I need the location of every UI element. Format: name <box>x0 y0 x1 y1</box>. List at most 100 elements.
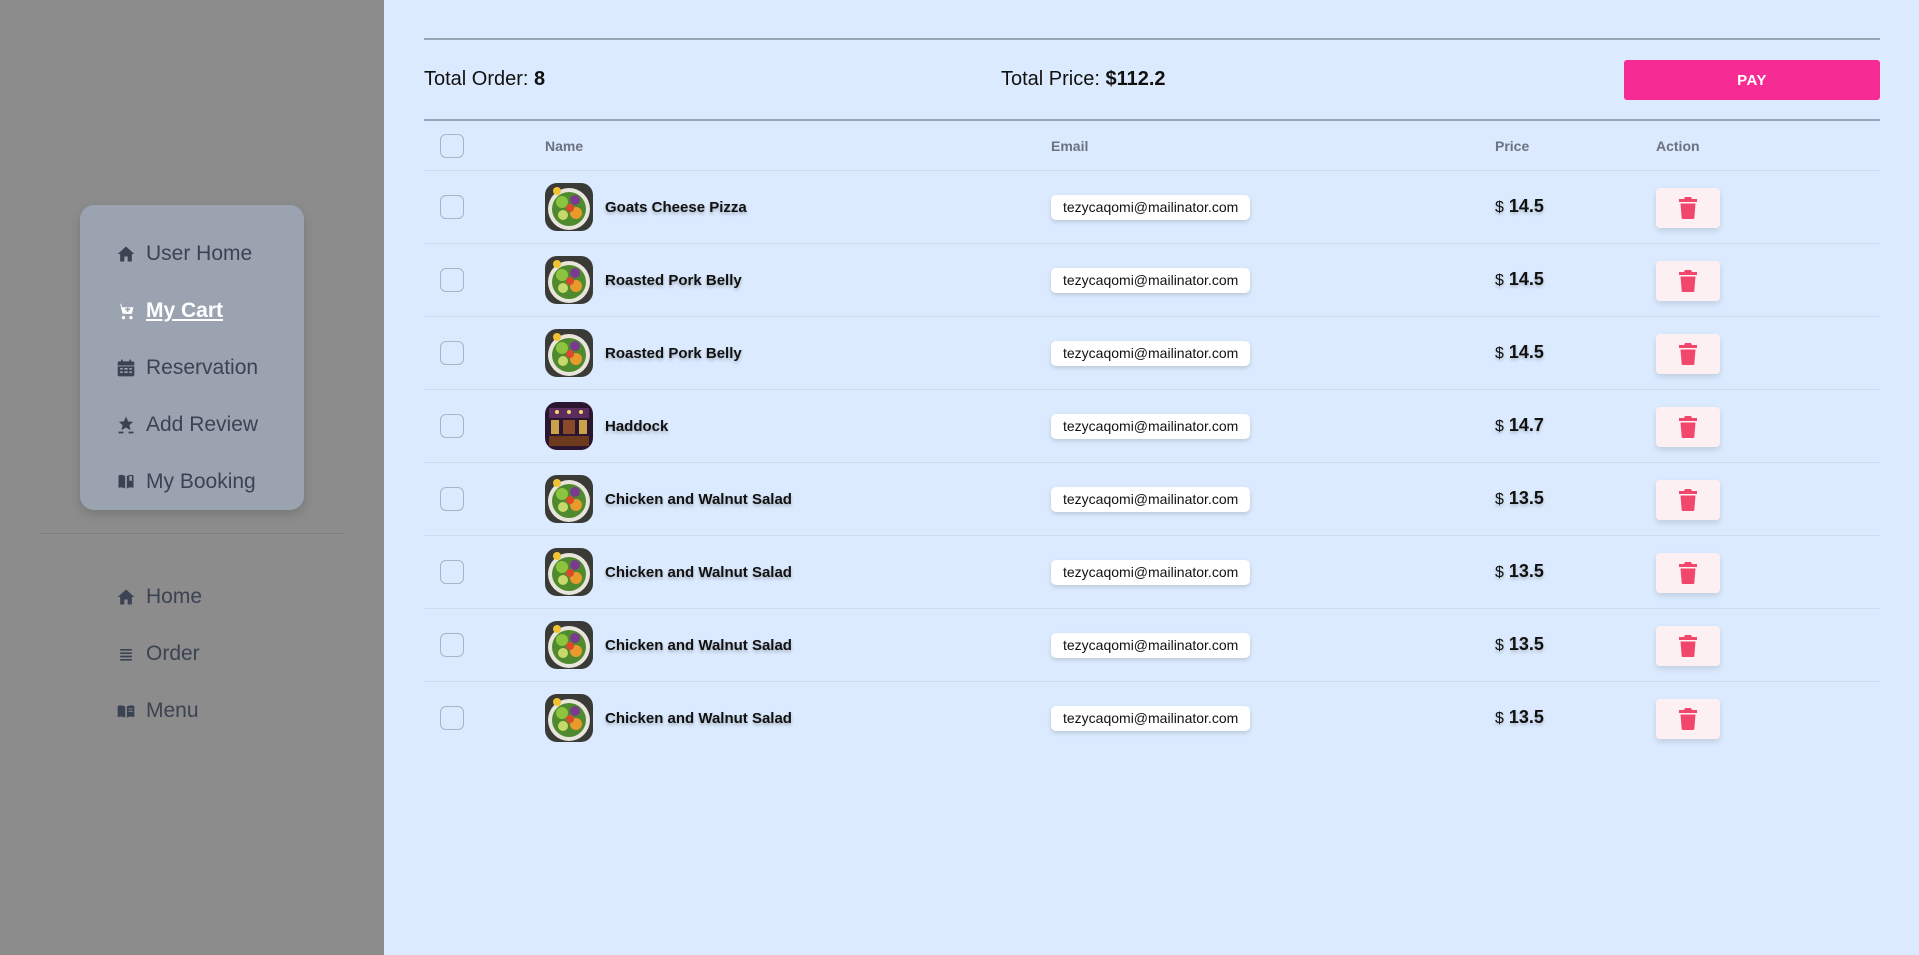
item-name: Chicken and Walnut Salad <box>605 637 792 654</box>
sidebar-item-home[interactable]: Home <box>80 568 304 625</box>
table-row: Roasted Pork Belly tezycaqomi@mailinator.… <box>424 317 1880 390</box>
total-price-label: Total Price: <box>1001 68 1106 90</box>
row-checkbox[interactable] <box>440 195 464 219</box>
row-checkbox[interactable] <box>440 633 464 657</box>
price-amount: 13.5 <box>1508 561 1544 581</box>
item-name: Haddock <box>605 418 669 435</box>
sidebar-item-menu[interactable]: Menu <box>80 682 304 739</box>
site-menu: Home Order Menu <box>80 568 304 739</box>
home-icon <box>116 587 136 607</box>
price-amount: 13.5 <box>1508 707 1544 727</box>
item-email: tezycaqomi@mailinator.com <box>1051 414 1251 439</box>
item-price: $14.5 <box>1495 342 1544 363</box>
row-checkbox[interactable] <box>440 268 464 292</box>
currency-symbol: $ <box>1495 564 1504 581</box>
delete-button[interactable] <box>1656 553 1720 593</box>
sidebar-item-my-booking[interactable]: My Booking <box>80 453 304 510</box>
delete-button[interactable] <box>1656 334 1720 374</box>
price-amount: 13.5 <box>1508 634 1544 654</box>
item-email: tezycaqomi@mailinator.com <box>1051 341 1251 366</box>
delete-button[interactable] <box>1656 699 1720 739</box>
currency-symbol: $ <box>1495 345 1504 362</box>
pay-button[interactable]: PAY <box>1624 60 1880 100</box>
total-order-label: Total Order: <box>424 68 535 90</box>
table-body: Goats Cheese Pizza tezycaqomi@mailinator.… <box>424 171 1880 755</box>
row-checkbox[interactable] <box>440 341 464 365</box>
price-amount: 14.7 <box>1508 415 1544 435</box>
total-price-value: $112.2 <box>1105 68 1166 90</box>
row-checkbox[interactable] <box>440 414 464 438</box>
item-email: tezycaqomi@mailinator.com <box>1051 560 1251 585</box>
table-row: Chicken and Walnut Salad tezycaqomi@maili… <box>424 609 1880 682</box>
delete-button[interactable] <box>1656 480 1720 520</box>
select-all-checkbox[interactable] <box>440 134 464 158</box>
table-row: Chicken and Walnut Salad tezycaqomi@maili… <box>424 536 1880 609</box>
sidebar-divider <box>40 533 344 534</box>
currency-symbol: $ <box>1495 199 1504 216</box>
action-column-header: Action <box>1656 138 1700 154</box>
cart-summary: Total Order: 8 Total Price: $112.2 PAY <box>424 60 1880 100</box>
delete-button[interactable] <box>1656 407 1720 447</box>
total-order: Total Order: 8 <box>424 68 545 91</box>
sidebar-item-label: Order <box>146 641 200 665</box>
cart-icon <box>116 301 136 321</box>
item-email: tezycaqomi@mailinator.com <box>1051 487 1251 512</box>
calendar-icon <box>116 358 136 378</box>
trash-icon <box>1679 270 1697 292</box>
sidebar-item-my-cart[interactable]: My Cart <box>80 282 304 339</box>
sidebar-item-order[interactable]: Order <box>80 625 304 682</box>
table-header: Name Email Price Action <box>424 121 1880 171</box>
cart-main: Total Order: 8 Total Price: $112.2 PAY N… <box>384 0 1919 955</box>
table-row: Chicken and Walnut Salad tezycaqomi@maili… <box>424 682 1880 755</box>
delete-button[interactable] <box>1656 188 1720 228</box>
trash-icon <box>1679 635 1697 657</box>
row-checkbox[interactable] <box>440 487 464 511</box>
trash-icon <box>1679 708 1697 730</box>
cart-table: Name Email Price Action Goats Cheese Piz… <box>424 121 1880 755</box>
delete-button[interactable] <box>1656 626 1720 666</box>
item-price: $13.5 <box>1495 634 1544 655</box>
email-column-header: Email <box>1051 138 1089 154</box>
item-price: $13.5 <box>1495 561 1544 582</box>
trash-icon <box>1679 489 1697 511</box>
item-name: Chicken and Walnut Salad <box>605 491 792 508</box>
list-icon <box>116 644 136 664</box>
total-price: Total Price: $112.2 <box>1001 68 1166 91</box>
sidebar-item-label: User Home <box>146 241 253 265</box>
item-name: Goats Cheese Pizza <box>605 199 747 216</box>
item-price: $14.7 <box>1495 415 1544 436</box>
item-name: Roasted Pork Belly <box>605 345 742 362</box>
sidebar-item-reservation[interactable]: Reservation <box>80 339 304 396</box>
currency-symbol: $ <box>1495 710 1504 727</box>
delete-button[interactable] <box>1656 261 1720 301</box>
sidebar-item-user-home[interactable]: User Home <box>80 225 304 282</box>
sidebar-item-label: Reservation <box>146 355 259 379</box>
sidebar-item-label: Home <box>146 584 203 608</box>
item-email: tezycaqomi@mailinator.com <box>1051 195 1251 220</box>
salad-image <box>545 548 593 596</box>
sidebar-item-label: My Booking <box>146 469 256 493</box>
sidebar-item-label: Menu <box>146 698 199 722</box>
item-price: $13.5 <box>1495 488 1544 509</box>
table-row: Haddock tezycaqomi@mailinator.com $14.7 <box>424 390 1880 463</box>
table-row: Chicken and Walnut Salad tezycaqomi@maili… <box>424 463 1880 536</box>
divider <box>424 38 1880 40</box>
sidebar-item-add-review[interactable]: Add Review <box>80 396 304 453</box>
trash-icon <box>1679 416 1697 438</box>
trash-icon <box>1679 343 1697 365</box>
item-email: tezycaqomi@mailinator.com <box>1051 268 1251 293</box>
name-column-header: Name <box>545 138 584 154</box>
salad-image <box>545 256 593 304</box>
total-order-value: 8 <box>534 68 546 90</box>
salad-image <box>545 475 593 523</box>
price-amount: 14.5 <box>1508 269 1544 289</box>
salad-image <box>545 183 593 231</box>
row-checkbox[interactable] <box>440 706 464 730</box>
sidebar: User Home My Cart Reservation Add Review… <box>0 0 384 955</box>
row-checkbox[interactable] <box>440 560 464 584</box>
menu-book-icon <box>116 701 136 721</box>
item-email: tezycaqomi@mailinator.com <box>1051 706 1251 731</box>
table-row: Goats Cheese Pizza tezycaqomi@mailinator.… <box>424 171 1880 244</box>
price-column-header: Price <box>1495 138 1530 154</box>
salad-image <box>545 329 593 377</box>
